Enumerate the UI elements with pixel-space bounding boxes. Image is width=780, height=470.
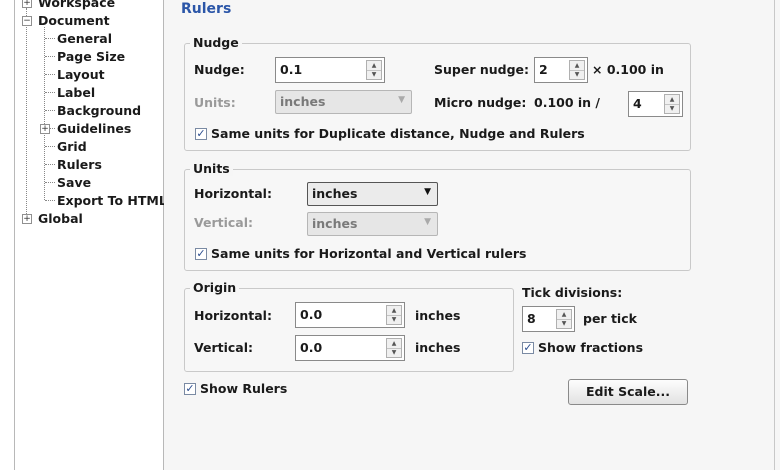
spin-down-icon[interactable]: ▼ — [387, 315, 401, 324]
micro-nudge-spinner[interactable]: ▲ ▼ — [664, 94, 680, 114]
nudge-value: 0.1 — [280, 62, 303, 77]
tree-item-global[interactable]: Global — [38, 210, 83, 228]
origin-vertical-spinner[interactable]: ▲ ▼ — [386, 338, 402, 358]
tick-divisions-field[interactable]: 8 ▲ ▼ — [522, 306, 575, 332]
tree-item-page-size[interactable]: Page Size — [57, 48, 125, 66]
origin-horizontal-spinner[interactable]: ▲ ▼ — [386, 305, 402, 325]
spin-down-icon[interactable]: ▼ — [557, 319, 571, 328]
micro-nudge-prefix: 0.100 in / — [534, 95, 600, 110]
nudge-label: Nudge: — [194, 62, 245, 77]
page-title: Rulers — [181, 1, 232, 17]
tree-connector — [45, 146, 55, 147]
show-fractions-label: Show fractions — [538, 340, 644, 355]
expand-plus-icon[interactable]: + — [22, 214, 32, 224]
units-vertical-value: inches — [312, 216, 358, 231]
same-units-rulers-checkbox[interactable]: ✓ — [195, 248, 207, 260]
tick-divisions-label: Tick divisions: — [522, 285, 623, 300]
dropdown-arrow-icon[interactable]: ▼ — [424, 187, 431, 197]
super-nudge-field[interactable]: 2 ▲ ▼ — [534, 57, 588, 83]
tree-item-general[interactable]: General — [57, 30, 112, 48]
tree-guide-document — [44, 27, 45, 200]
tree-item-workspace[interactable]: Workspace — [38, 0, 115, 12]
tick-divisions-spinner[interactable]: ▲ ▼ — [556, 309, 572, 329]
same-units-rulers-label: Same units for Horizontal and Vertical r… — [211, 246, 527, 261]
origin-vertical-unit: inches — [415, 340, 461, 355]
tree-connector — [45, 74, 55, 75]
origin-vertical-label: Vertical: — [194, 340, 254, 355]
tick-divisions-value: 8 — [527, 311, 536, 326]
tree-connector — [45, 200, 55, 201]
collapse-minus-icon[interactable]: − — [22, 16, 32, 26]
units-horizontal-label: Horizontal: — [194, 186, 272, 201]
spin-down-icon[interactable]: ▼ — [665, 104, 679, 113]
dropdown-arrow-icon: ▼ — [398, 95, 405, 105]
spin-down-icon[interactable]: ▼ — [387, 348, 401, 357]
nudge-spinner[interactable]: ▲ ▼ — [366, 60, 382, 80]
super-nudge-suffix: × 0.100 in — [592, 62, 664, 77]
tree-connector — [45, 110, 55, 111]
micro-nudge-field[interactable]: 4 ▲ ▼ — [628, 91, 683, 117]
units-vertical-select: inches ▼ — [307, 212, 438, 236]
preferences-tree: + Workspace − Document General Page Size… — [16, 0, 167, 470]
nudge-units-select: inches ▼ — [275, 90, 412, 114]
nudge-legend: Nudge — [190, 35, 242, 50]
micro-nudge-label: Micro nudge: — [434, 95, 527, 110]
show-rulers-label: Show Rulers — [200, 381, 288, 396]
origin-horizontal-label: Horizontal: — [194, 308, 272, 323]
tree-item-rulers[interactable]: Rulers — [57, 156, 102, 174]
tree-left-border — [14, 0, 15, 470]
origin-horizontal-value: 0.0 — [300, 307, 323, 322]
show-fractions-checkbox[interactable]: ✓ — [522, 342, 534, 354]
origin-horizontal-unit: inches — [415, 308, 461, 323]
window-right-border — [774, 0, 775, 470]
spin-down-icon[interactable]: ▼ — [367, 70, 381, 79]
origin-legend: Origin — [190, 280, 240, 295]
show-rulers-checkbox[interactable]: ✓ — [184, 383, 196, 395]
units-legend: Units — [190, 161, 233, 176]
tree-connector — [45, 164, 55, 165]
nudge-field[interactable]: 0.1 ▲ ▼ — [275, 57, 385, 83]
origin-vertical-value: 0.0 — [300, 340, 323, 355]
origin-vertical-field[interactable]: 0.0 ▲ ▼ — [295, 335, 405, 361]
tree-connector — [45, 92, 55, 93]
tree-item-grid[interactable]: Grid — [57, 138, 87, 156]
micro-nudge-value: 4 — [633, 96, 642, 111]
super-nudge-label: Super nudge: — [434, 62, 530, 77]
tree-item-layout[interactable]: Layout — [57, 66, 105, 84]
tick-divisions-suffix: per tick — [583, 311, 637, 326]
spin-down-icon[interactable]: ▼ — [570, 70, 584, 79]
tree-connector — [45, 38, 55, 39]
rulers-settings-panel: Rulers Nudge Nudge: 0.1 ▲ ▼ Super nudge:… — [164, 0, 780, 470]
dropdown-arrow-icon: ▼ — [424, 217, 431, 227]
tree-item-label[interactable]: Label — [57, 84, 95, 102]
units-horizontal-select[interactable]: inches ▼ — [307, 182, 438, 206]
units-horizontal-value: inches — [312, 186, 358, 201]
origin-horizontal-field[interactable]: 0.0 ▲ ▼ — [295, 302, 405, 328]
tree-item-background[interactable]: Background — [57, 102, 141, 120]
tree-item-save[interactable]: Save — [57, 174, 91, 192]
tree-connector — [45, 182, 55, 183]
edit-scale-button[interactable]: Edit Scale... — [568, 379, 688, 405]
expand-plus-icon[interactable]: + — [22, 0, 32, 8]
same-units-nudge-checkbox[interactable]: ✓ — [195, 128, 207, 140]
expand-plus-icon[interactable]: + — [40, 124, 50, 134]
tree-item-guidelines[interactable]: Guidelines — [57, 120, 131, 138]
nudge-units-value: inches — [280, 94, 326, 109]
super-nudge-value: 2 — [539, 62, 548, 77]
units-vertical-label: Vertical: — [194, 215, 254, 230]
same-units-nudge-label: Same units for Duplicate distance, Nudge… — [211, 126, 585, 141]
tree-item-document[interactable]: Document — [38, 12, 110, 30]
nudge-units-label: Units: — [194, 95, 236, 110]
tree-connector — [45, 56, 55, 57]
super-nudge-spinner[interactable]: ▲ ▼ — [569, 60, 585, 80]
tree-item-export-to-html[interactable]: Export To HTML — [57, 192, 167, 210]
tree-guide-root — [26, 8, 27, 218]
